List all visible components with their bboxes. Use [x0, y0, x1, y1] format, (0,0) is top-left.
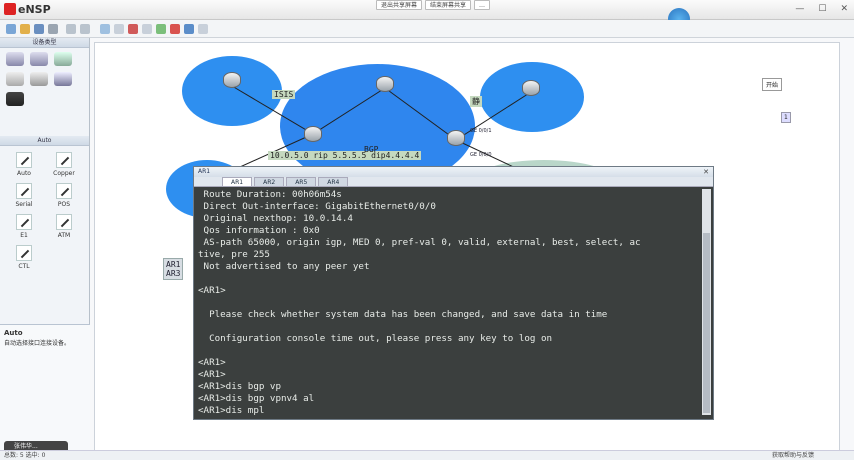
terminal-output[interactable]: Route Duration: 00h06m54s Direct Out-int…: [198, 189, 699, 415]
terminal-line: AS-path 65000, origin igp, MED 0, pref-v…: [198, 237, 641, 248]
terminal-line: Original nexthop: 10.0.14.4: [198, 213, 353, 224]
terminal-line: Please check whether system data has bee…: [198, 309, 608, 320]
link-ar4-ar5: [384, 87, 457, 141]
minimized-consoles[interactable]: AR1 AR3: [163, 258, 184, 280]
router-icon[interactable]: [522, 80, 540, 96]
static-tag[interactable]: 静: [470, 96, 482, 107]
counter-tag: 1: [781, 112, 791, 123]
terminal-line: <AR1>dis bgp vp: [198, 381, 281, 392]
status-right[interactable]: 获取帮助与反馈: [772, 451, 814, 460]
terminal-line: <AR1>: [198, 357, 226, 368]
console-window: AR1 ✕ AR1 AR2 AR5 AR4 Route Duration: 00…: [193, 166, 714, 420]
rip-tag[interactable]: 10.0.5.0 rip 5.5.5.5 dip4.4.4.4: [268, 151, 422, 160]
console-close-icon[interactable]: ✕: [703, 167, 709, 177]
tab-ar4[interactable]: AR4: [318, 177, 349, 186]
console-title: AR1: [198, 168, 211, 175]
terminal-line: Direct Out-interface: GigabitEthernet0/0…: [198, 201, 436, 212]
router-icon[interactable]: [376, 76, 394, 92]
scrollbar-thumb[interactable]: [703, 233, 710, 413]
terminal-line: Configuration console time out, please p…: [198, 333, 553, 344]
isis-tag[interactable]: ISIS: [272, 90, 296, 99]
tab-ar2[interactable]: AR2: [254, 177, 285, 186]
terminal-line: Qos information : 0x0: [198, 225, 320, 236]
terminal-line: <AR1>: [198, 285, 226, 296]
router-icon[interactable]: [304, 126, 322, 142]
terminal-line: Not advertised to any peer yet: [198, 261, 370, 272]
status-bar: 总数: 5 选中: 0 获取帮助与反馈: [0, 450, 854, 460]
link-ar1-ar4: [312, 87, 386, 135]
tab-ar1[interactable]: AR1: [222, 177, 253, 186]
terminal-line: <AR1>dis bgp vpnv4 al: [198, 393, 315, 404]
minimized-console-ar3[interactable]: AR3: [166, 269, 180, 278]
minimized-console-ar1[interactable]: AR1: [166, 260, 180, 269]
status-left: 总数: 5 选中: 0: [4, 452, 46, 459]
start-tag[interactable]: 开始: [762, 78, 783, 91]
interface-label: GE 0/0/0: [470, 152, 492, 158]
router-icon[interactable]: [223, 72, 241, 88]
link-ar5-ar3: [455, 91, 532, 141]
terminal-line: <AR1>dis mpl: [198, 405, 265, 415]
terminal-line: Route Duration: 00h06m54s: [198, 189, 342, 200]
terminal-scrollbar[interactable]: [702, 189, 711, 415]
interface-label: GE 0/0/1: [470, 128, 492, 134]
router-icon[interactable]: [447, 130, 465, 146]
terminal-line: <AR1>: [198, 369, 226, 380]
terminal-line: tive, pre 255: [198, 249, 270, 260]
tab-ar5[interactable]: AR5: [286, 177, 317, 186]
console-tabs: AR1 AR2 AR5 AR4: [194, 177, 713, 187]
console-title-bar: AR1 ✕: [194, 167, 713, 177]
bgp-tag[interactable]: BGP: [362, 145, 380, 154]
